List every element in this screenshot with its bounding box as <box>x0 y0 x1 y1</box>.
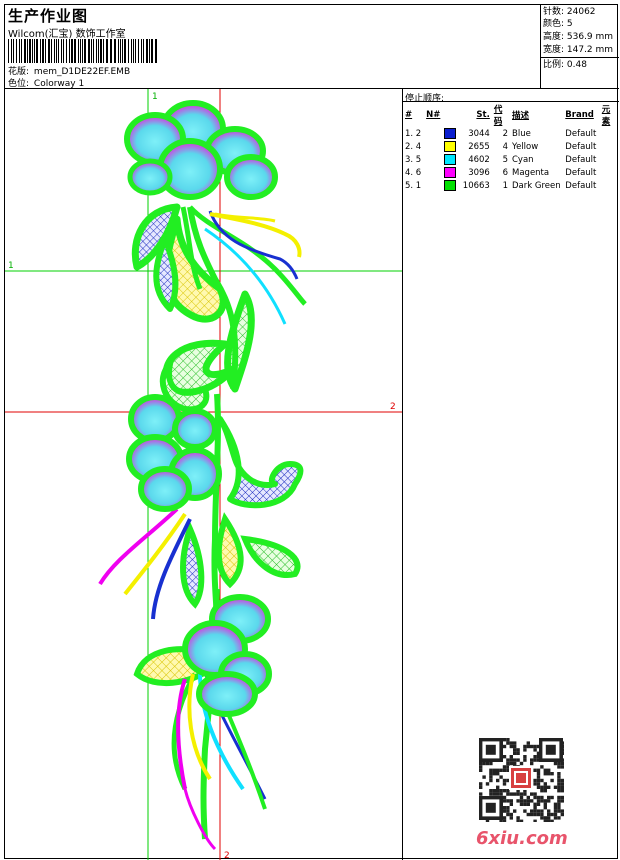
design-preview: 1 1 2 2 <box>5 89 403 860</box>
stitch-count-cell: 2655 <box>468 141 490 152</box>
colorway-value: Colorway 1 <box>33 79 85 89</box>
colorway-row: 色位: Colorway 1 <box>8 76 84 89</box>
leaf-green-3 <box>240 535 301 578</box>
header-block: 生产作业图 Wilcom(汇宝) 数饰工作室 花版: mem_D1DE22EF.… <box>5 5 541 89</box>
stop-index: 3. 5 <box>405 154 422 165</box>
stop-index: 2. 4 <box>405 141 422 152</box>
brand-cell: Default <box>565 154 597 165</box>
color-swatch <box>442 127 459 140</box>
stop-index: 5. 1 <box>405 180 422 191</box>
col-description: 描述 <box>512 111 530 121</box>
table-row: 4. 6 3096 6 Magenta Default <box>403 166 619 179</box>
needle <box>424 179 442 192</box>
stitch-count-cell: 3044 <box>468 128 490 139</box>
needle <box>424 127 442 140</box>
leaf-blue-4 <box>180 520 205 609</box>
color-swatch <box>442 153 459 166</box>
description-cell: Dark Green <box>512 180 561 191</box>
leaf-blue-3 <box>217 416 304 509</box>
description-cell: Magenta <box>512 167 550 178</box>
design-scale: 比例: 0.48 <box>543 60 587 70</box>
company-name: Wilcom(汇宝) 数饰工作室 <box>8 29 126 40</box>
col-swatch <box>442 103 459 127</box>
code-cell: 5 <box>502 154 508 165</box>
panel-divider <box>403 101 619 102</box>
code-cell: 1 <box>502 180 508 191</box>
color-swatch <box>442 179 459 192</box>
stitch-count-cell: 4602 <box>468 154 490 165</box>
flower-bottom <box>182 594 272 717</box>
description-cell: Yellow <box>512 141 539 152</box>
table-row: 1. 2 3044 2 Blue Default <box>403 127 619 140</box>
color-swatch <box>442 166 459 179</box>
col-index: # <box>405 110 413 120</box>
barcode <box>8 39 194 63</box>
worksheet: 生产作业图 Wilcom(汇宝) 数饰工作室 花版: mem_D1DE22EF.… <box>4 4 619 860</box>
design-height: 高度: 536.9 mm <box>543 32 614 42</box>
brand-cell: Default <box>565 180 597 191</box>
watermark-logo: 6xiu.com <box>476 828 568 849</box>
brand-cell: Default <box>565 167 597 178</box>
needle <box>424 140 442 153</box>
description-cell: Blue <box>512 128 531 139</box>
design-width: 宽度: 147.2 mm <box>543 45 614 55</box>
col-brand: Brand <box>565 110 594 120</box>
color-count: 颜色: 5 <box>543 19 573 29</box>
code-cell: 4 <box>502 141 508 152</box>
leaf-yellow-2 <box>215 512 244 589</box>
needle <box>424 166 442 179</box>
table-row: 3. 5 4602 5 Cyan Default <box>403 153 619 166</box>
colorway-label: 色位: <box>8 79 30 89</box>
color-swatch <box>442 140 459 153</box>
design-stats: 针数: 24062 颜色: 5 高度: 536.9 mm 宽度: 147.2 m… <box>541 5 619 89</box>
flower-middle <box>126 394 222 512</box>
element-cell <box>600 179 619 192</box>
stitch-count-cell: 10663 <box>462 180 490 191</box>
col-needle: N# <box>426 110 441 120</box>
qr-code <box>477 736 565 822</box>
description-cell: Cyan <box>512 154 534 165</box>
brand-cell: Default <box>565 128 597 139</box>
col-code: 代码 <box>493 105 503 127</box>
guide-label-h1: 1 <box>8 261 14 271</box>
stop-index: 4. 6 <box>405 167 422 178</box>
needle <box>424 153 442 166</box>
guide-label-v2: 2 <box>224 851 230 860</box>
stitch-count-cell: 3096 <box>468 167 490 178</box>
guide-label-v1: 1 <box>152 92 158 102</box>
code-cell: 2 <box>502 128 508 139</box>
leaf-green-2 <box>162 339 237 396</box>
element-cell <box>600 166 619 179</box>
code-cell: 6 <box>502 167 508 178</box>
table-header-row: # N# St. 代码 描述 Brand 元素 <box>403 103 619 127</box>
col-stitches: St. <box>476 110 490 120</box>
stop-sequence-table: # N# St. 代码 描述 Brand 元素 1. 2 3044 2 Blue Def… <box>403 103 619 192</box>
element-cell <box>600 140 619 153</box>
stop-index: 1. 2 <box>405 128 422 139</box>
table-row: 5. 1 10663 1 Dark Green Default <box>403 179 619 192</box>
page-title: 生产作业图 <box>8 7 89 25</box>
element-cell <box>600 153 619 166</box>
element-cell <box>600 127 619 140</box>
table-row: 2. 4 2655 4 Yellow Default <box>403 140 619 153</box>
col-element: 元素 <box>601 105 611 127</box>
guide-label-h2: 2 <box>390 402 396 412</box>
brand-cell: Default <box>565 141 597 152</box>
flower-top <box>124 100 278 200</box>
embroidery-design <box>5 89 402 860</box>
